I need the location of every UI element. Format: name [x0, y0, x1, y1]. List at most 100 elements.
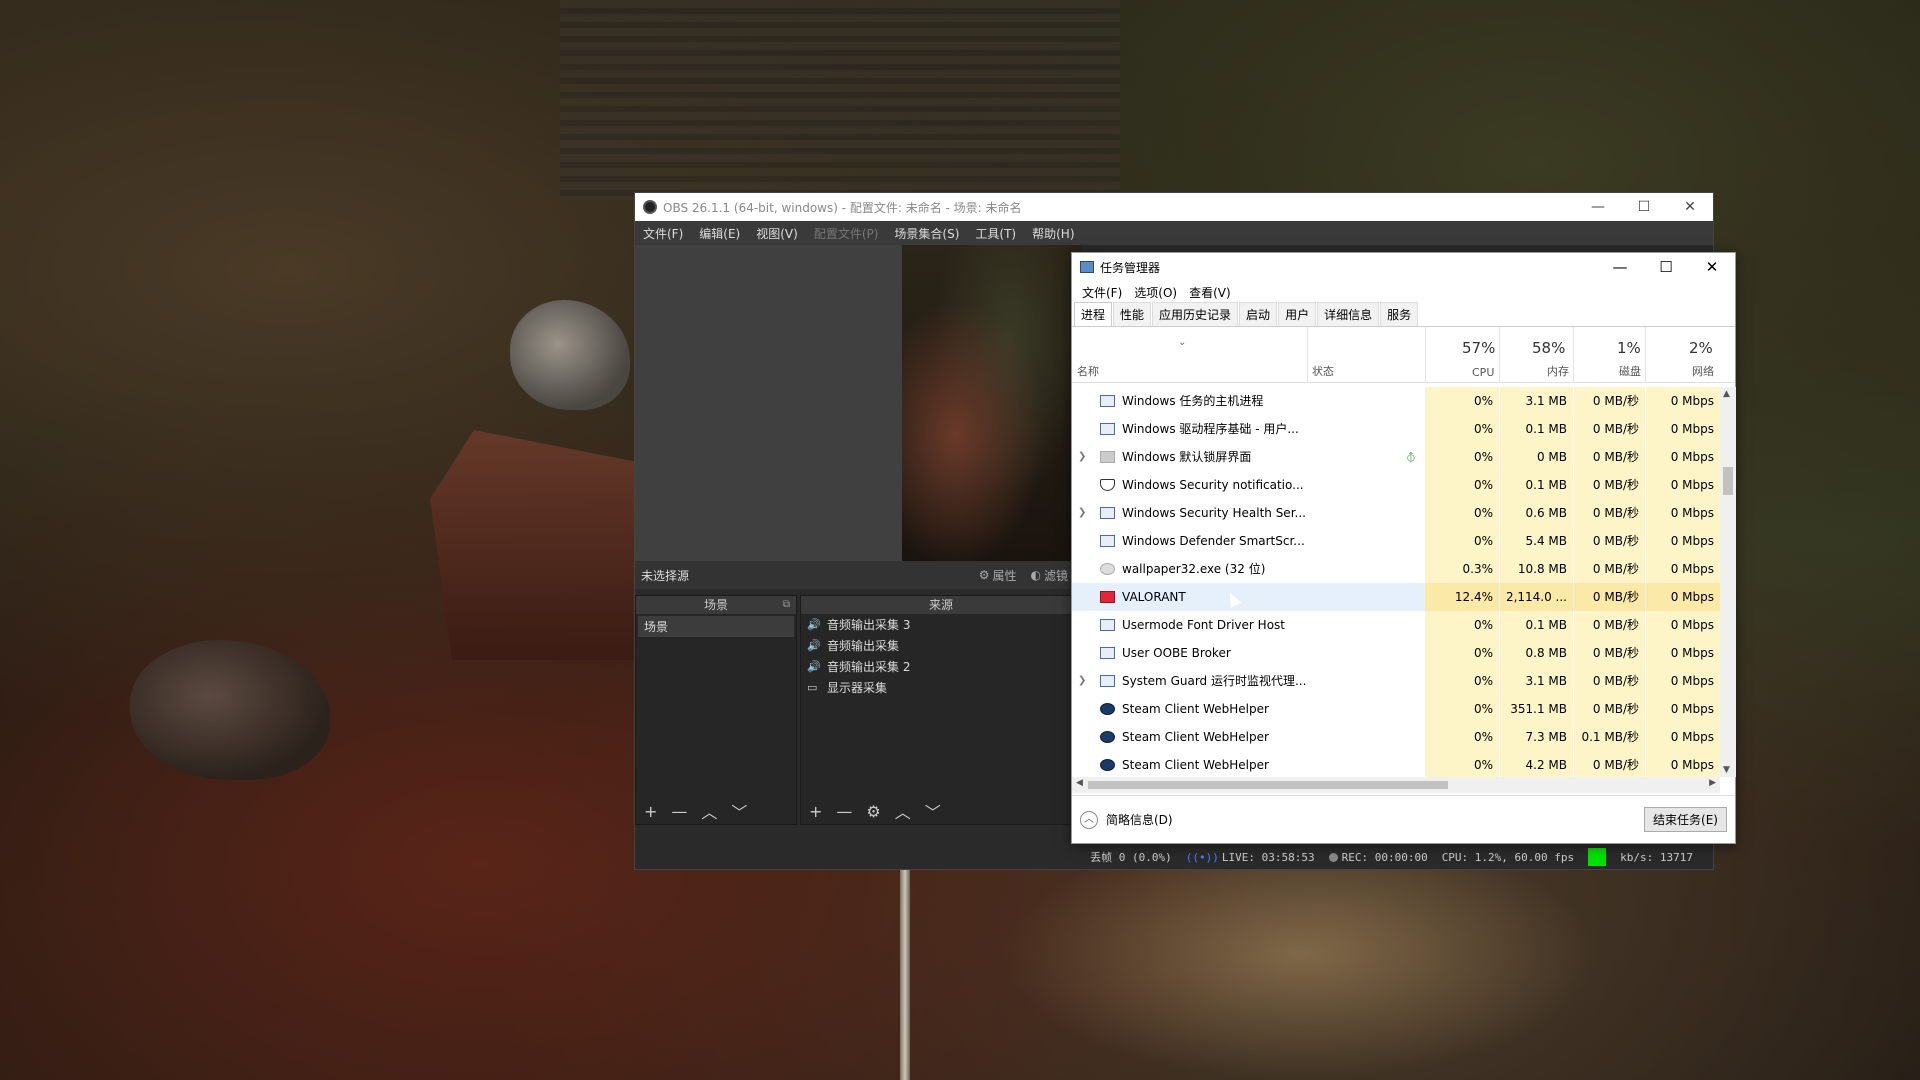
background-rock: [130, 640, 330, 780]
end-task-button[interactable]: 结束任务(E): [1644, 807, 1727, 832]
table-row[interactable]: Steam Client WebHelper 0% 351.1 MB 0 MB/…: [1072, 695, 1720, 723]
source-item[interactable]: ▭ 显示器采集: [801, 677, 1081, 698]
expand-chevron-icon[interactable]: ❯: [1078, 443, 1086, 471]
table-row-selected[interactable]: VALORANT 12.4% 2,114.0 ... 0 MB/秒 0 Mbps: [1072, 583, 1720, 611]
properties-button[interactable]: ⚙ 属性: [979, 567, 1017, 584]
menu-help[interactable]: 帮助(H): [1024, 225, 1082, 242]
menu-tools[interactable]: 工具(T): [967, 225, 1024, 242]
expand-chevron-icon[interactable]: ❯: [1078, 667, 1086, 695]
tab-processes[interactable]: 进程: [1074, 302, 1113, 326]
table-row[interactable]: User OOBE Broker 0% 0.8 MB 0 MB/秒 0 Mbps: [1072, 639, 1720, 667]
filter-icon: ◐: [1030, 568, 1041, 582]
horizontal-scrollbar[interactable]: ◀ ▶: [1072, 777, 1720, 793]
dock-float-icon[interactable]: ⧉: [783, 596, 790, 614]
move-down-icon[interactable]: ﹀: [731, 799, 747, 823]
source-item[interactable]: 🔊 音频输出采集: [801, 635, 1081, 656]
table-row[interactable]: Windows Defender SmartScr... 0% 5.4 MB 0…: [1072, 527, 1720, 555]
move-down-icon[interactable]: ﹀: [925, 799, 941, 823]
shield-icon: [1100, 479, 1115, 491]
scroll-down-icon[interactable]: ▼: [1723, 765, 1730, 775]
scroll-right-icon[interactable]: ▶: [1709, 778, 1716, 788]
steam-icon: [1100, 731, 1115, 743]
expand-chevron-icon[interactable]: ❯: [1078, 499, 1086, 527]
table-row[interactable]: Usermode Font Driver Host 0% 0.1 MB 0 MB…: [1072, 611, 1720, 639]
sort-chevron-icon[interactable]: ⌄: [1178, 337, 1186, 348]
table-row[interactable]: ❯ Windows 默认锁屏界面 ⦽ 0% 0 MB 0 MB/秒 0 Mbps: [1072, 443, 1720, 471]
maximize-button[interactable]: ☐: [1643, 253, 1689, 281]
obs-titlebar[interactable]: OBS 26.1.1 (64-bit, windows) - 配置文件: 未命名…: [635, 193, 1713, 221]
broadcast-icon: ((•)): [1185, 850, 1219, 864]
col-network[interactable]: 网络: [1692, 363, 1714, 379]
close-button[interactable]: ✕: [1667, 193, 1713, 221]
col-status[interactable]: 状态: [1312, 363, 1334, 379]
table-row[interactable]: Windows Security notificatio... 0% 0.1 M…: [1072, 471, 1720, 499]
tm-footer: ︿ 简略信息(D) 结束任务(E): [1072, 795, 1735, 843]
bitrate-status: kb/s: 13717: [1620, 850, 1693, 864]
source-item[interactable]: 🔊 音频输出采集 2: [801, 656, 1081, 677]
gear-icon[interactable]: ⚙: [866, 802, 880, 821]
source-item[interactable]: 🔊 音频输出采集 3: [801, 614, 1081, 635]
scroll-left-icon[interactable]: ◀: [1076, 778, 1083, 788]
add-icon[interactable]: +: [809, 802, 822, 821]
tab-performance[interactable]: 性能: [1113, 302, 1152, 326]
menu-view[interactable]: 视图(V): [748, 225, 806, 242]
window-icon: [1100, 535, 1115, 547]
col-name[interactable]: 名称: [1077, 363, 1099, 379]
scenes-dock: 场景 ⧉ 场景 + — ︿ ﹀: [635, 595, 797, 825]
add-icon[interactable]: +: [644, 802, 657, 821]
minimize-button[interactable]: —: [1597, 253, 1643, 281]
table-row[interactable]: Steam Client WebHelper 0% 7.3 MB 0.1 MB/…: [1072, 723, 1720, 751]
menu-file[interactable]: 文件(F): [1076, 284, 1128, 301]
maximize-button[interactable]: ☐: [1621, 193, 1667, 221]
menu-file[interactable]: 文件(F): [635, 225, 691, 242]
tab-startup[interactable]: 启动: [1239, 302, 1278, 326]
cpu-status: CPU: 1.2%, 60.00 fps: [1441, 850, 1575, 864]
wallpaper-icon: [1100, 563, 1115, 575]
window-icon: [1100, 507, 1115, 519]
obs-statusbar: 丢帧 0 (0.0%) ((•)) LIVE: 03:58:53 REC: 00:…: [635, 845, 1713, 869]
col-cpu[interactable]: CPU: [1472, 366, 1494, 379]
tab-app-history[interactable]: 应用历史记录: [1152, 302, 1239, 326]
vertical-scrollbar[interactable]: ▲ ▼: [1720, 387, 1736, 777]
close-button[interactable]: ✕: [1689, 253, 1735, 281]
sources-title: 来源: [928, 598, 953, 612]
fewer-details-link[interactable]: 简略信息(D): [1106, 811, 1644, 828]
preview-image[interactable]: [902, 245, 1082, 561]
menu-edit[interactable]: 编辑(E): [691, 225, 748, 242]
remove-icon[interactable]: —: [671, 802, 687, 821]
table-row[interactable]: Windows 驱动程序基础 - 用户... 0% 0.1 MB 0 MB/秒 …: [1072, 415, 1720, 443]
menu-profile[interactable]: 配置文件(P): [806, 225, 887, 242]
table-row[interactable]: wallpaper32.exe (32 位) 0.3% 10.8 MB 0 MB…: [1072, 555, 1720, 583]
table-row[interactable]: Windows 任务的主机进程 0% 3.1 MB 0 MB/秒 0 Mbps: [1072, 387, 1720, 415]
table-row[interactable]: ❯ Windows Security Health Ser... 0% 0.6 …: [1072, 499, 1720, 527]
scroll-up-icon[interactable]: ▲: [1723, 389, 1730, 399]
menu-scene-collection[interactable]: 场景集合(S): [886, 225, 967, 242]
scrollbar-thumb[interactable]: [1723, 467, 1733, 495]
filters-button[interactable]: ◐ 滤镜: [1031, 567, 1069, 584]
minimize-button[interactable]: —: [1575, 193, 1621, 221]
window-icon: [1100, 619, 1115, 631]
col-memory[interactable]: 内存: [1547, 363, 1569, 379]
remove-icon[interactable]: —: [836, 802, 852, 821]
tab-services[interactable]: 服务: [1380, 302, 1419, 326]
disk-total: 1%: [1617, 339, 1641, 357]
collapse-icon[interactable]: ︿: [1080, 810, 1098, 829]
tab-users[interactable]: 用户: [1278, 302, 1317, 326]
connection-health-indicator: [1588, 848, 1607, 866]
tab-details[interactable]: 详细信息: [1317, 302, 1380, 326]
preview-area[interactable]: [635, 245, 902, 561]
tm-titlebar[interactable]: 任务管理器 — ☐ ✕: [1072, 253, 1735, 281]
background-shrine: [430, 430, 650, 660]
menu-options[interactable]: 选项(O): [1128, 284, 1183, 301]
scene-item[interactable]: 场景: [638, 616, 794, 637]
move-up-icon[interactable]: ︿: [701, 799, 717, 823]
move-up-icon[interactable]: ︿: [895, 799, 911, 823]
col-disk[interactable]: 磁盘: [1619, 363, 1641, 379]
scrollbar-thumb[interactable]: [1088, 781, 1448, 789]
source-toolbar: 未选择源 ⚙ 属性 ◐ 滤镜: [635, 561, 1082, 589]
table-row[interactable]: ❯ System Guard 运行时监视代理... 0% 3.1 MB 0 MB…: [1072, 667, 1720, 695]
steam-icon: [1100, 759, 1115, 771]
table-row[interactable]: Steam Client WebHelper 0% 4.2 MB 0 MB/秒 …: [1072, 751, 1720, 777]
menu-view[interactable]: 查看(V): [1183, 284, 1237, 301]
dropped-frames: 丢帧 0 (0.0%): [1090, 851, 1172, 864]
